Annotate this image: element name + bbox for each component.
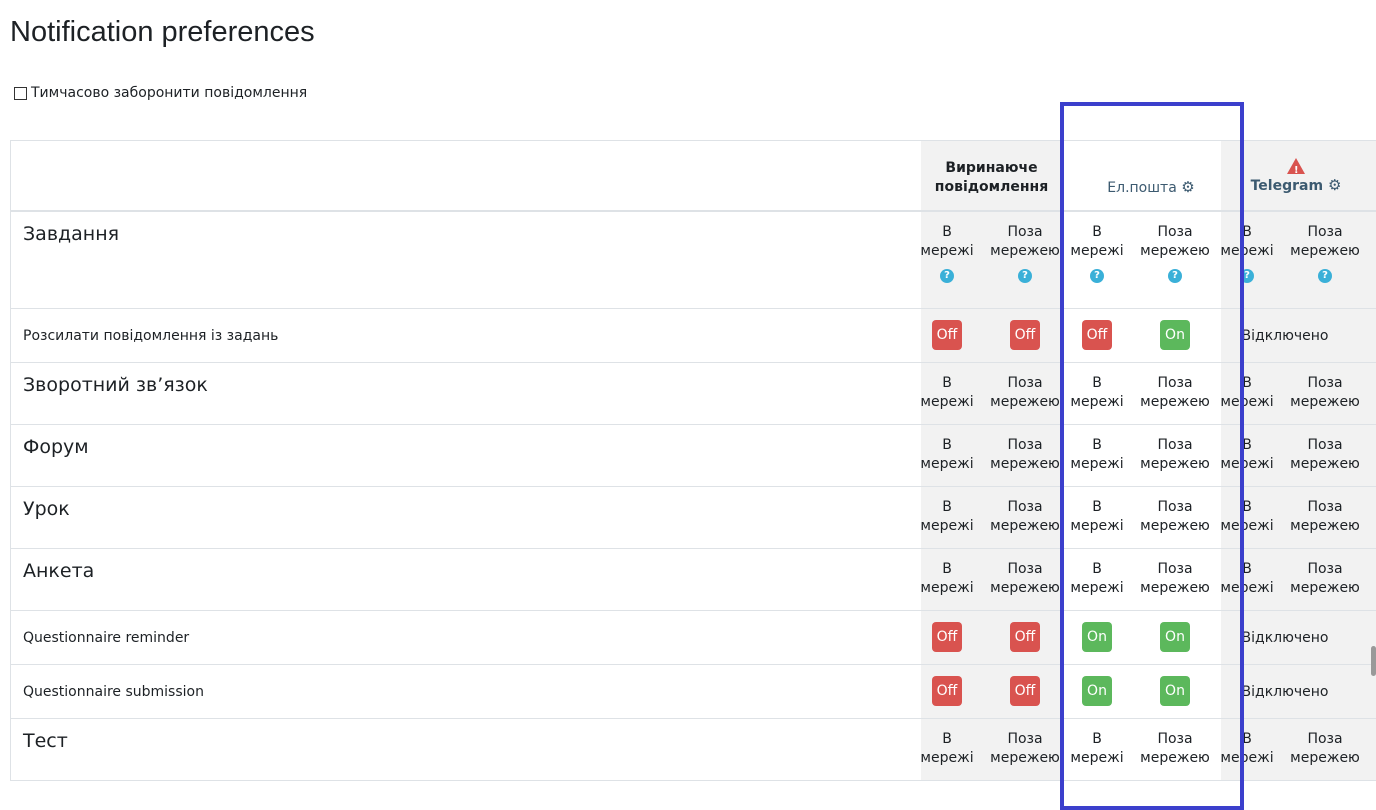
state-offline-label: Поза мережею [1290,375,1360,410]
email-offline-toggle[interactable]: On [1160,320,1190,350]
setting-name: Questionnaire submission [23,683,204,700]
state-offline-label: Поза мережею [1140,731,1210,766]
component-name: Тест [23,730,68,752]
state-offline-label: Поза мережею [1140,437,1210,472]
state-online-label: Вмережі? [920,224,974,283]
state-online-label: Вмережі [920,561,974,596]
state-online-label: Вмережі? [1070,224,1124,283]
email-online-toggle[interactable]: Off [1082,320,1112,350]
state-online-label: Вмережі [1220,731,1274,766]
component-row: Тест Вмережі Поза мережею Вмережі Поза мережею… [11,719,1376,781]
component-row: Урок Вмережі Поза мережею Вмережі Поза мережею… [11,487,1376,549]
state-online-label: Вмережі [920,437,974,472]
state-offline-label: Поза мережею [1290,499,1360,534]
state-offline-label: Поза мережею? [1290,224,1360,283]
state-offline-label: Поза мережею [1290,437,1360,472]
setting-row: Questionnaire reminder Off Off On On Відключе… [11,611,1376,665]
popup-offline-toggle[interactable]: Off [1010,622,1040,652]
state-offline-label: Поза мережею? [990,224,1060,283]
component-name: Анкета [23,560,95,582]
popup-online-toggle[interactable]: Off [932,320,962,350]
state-online-label: Вмережі [1220,561,1274,596]
telegram-disabled-text: Відключено [1241,327,1329,344]
processor-telegram-header: ! Telegram ⚙ [1221,158,1371,196]
table-header: Виринаюче повідомлення Ел.пошта ⚙ ! Tele… [11,141,1376,212]
component-name: Зворотний зв’язок [23,374,208,396]
state-offline-label: Поза мережею [990,499,1060,534]
state-online-label: Вмережі [1220,375,1274,410]
state-online-label: Вмережі [1070,375,1124,410]
help-icon[interactable]: ? [940,269,954,283]
help-icon[interactable]: ? [1240,269,1254,283]
popup-offline-toggle[interactable]: Off [1010,320,1040,350]
component-name: Завдання [23,223,120,245]
component-row: Форум Вмережі Поза мережею Вмережі Поза мереже… [11,425,1376,487]
email-online-toggle[interactable]: On [1082,622,1112,652]
popup-online-toggle[interactable]: Off [932,622,962,652]
state-offline-label: Поза мережею [1290,561,1360,596]
state-online-label: Вмережі [1070,437,1124,472]
setting-name: Розсилати повідомлення із задань [23,327,279,344]
notification-preferences-table: Виринаюче повідомлення Ел.пошта ⚙ ! Tele… [10,140,1376,781]
state-offline-label: Поза мережею [1140,499,1210,534]
state-online-label: Вмережі [920,375,974,410]
state-online-label: Вмережі [1070,561,1124,596]
email-online-toggle[interactable]: On [1082,676,1112,706]
component-row: Анкета Вмережі Поза мережею Вмережі Поза мереж… [11,549,1376,611]
state-online-label: Вмережі [1220,499,1274,534]
processor-email-header: Ел.пошта ⚙ [1107,178,1195,196]
help-icon[interactable]: ? [1090,269,1104,283]
component-name: Урок [23,498,70,520]
disable-notifications-checkbox[interactable] [14,86,27,100]
state-offline-label: Поза мережею [990,437,1060,472]
popup-offline-toggle[interactable]: Off [1010,676,1040,706]
component-row: Зворотний зв’язок Вмережі Поза мережею Вмере… [11,363,1376,425]
page-title: Notification preferences [10,16,315,48]
component-name: Форум [23,436,89,458]
state-offline-label: Поза мережею [1290,731,1360,766]
state-online-label: Вмережі [1220,437,1274,472]
setting-row: Розсилати повідомлення із задань Off Off Of… [11,309,1376,363]
email-settings-gear-icon[interactable]: ⚙ [1181,178,1194,196]
help-icon[interactable]: ? [1018,269,1032,283]
setting-row: Questionnaire submission Off Off On On Відклю… [11,665,1376,719]
component-row: Завдання Вмережі? Поза мережею? Вмережі? Поза… [11,212,1376,309]
state-offline-label: Поза мережею [990,561,1060,596]
setting-name: Questionnaire reminder [23,629,190,646]
telegram-disabled-text: Відключено [1241,629,1329,646]
popup-online-toggle[interactable]: Off [932,676,962,706]
help-icon[interactable]: ? [1168,269,1182,283]
state-offline-label: Поза мережею [1140,375,1210,410]
disable-notifications-label: Тимчасово заборонити повідомлення [31,85,308,101]
telegram-warning-icon: ! [1287,158,1305,176]
scrollbar-handle[interactable] [1371,646,1376,676]
help-icon[interactable]: ? [1318,269,1332,283]
state-online-label: Вмережі [1070,499,1124,534]
state-online-label: Вмережі? [1220,224,1274,283]
state-online-label: Вмережі [920,499,974,534]
state-online-label: Вмережі [920,731,974,766]
state-offline-label: Поза мережею [990,375,1060,410]
email-offline-toggle[interactable]: On [1160,622,1190,652]
email-offline-toggle[interactable]: On [1160,676,1190,706]
state-offline-label: Поза мережею [1140,561,1210,596]
state-offline-label: Поза мережею? [1140,224,1210,283]
state-online-label: Вмережі [1070,731,1124,766]
disable-notifications-control[interactable]: Тимчасово заборонити повідомлення [14,84,307,102]
telegram-settings-gear-icon[interactable]: ⚙ [1328,176,1341,194]
state-offline-label: Поза мережею [990,731,1060,766]
processor-popup-header: Виринаюче повідомлення [934,160,1049,195]
telegram-disabled-text: Відключено [1241,683,1329,700]
